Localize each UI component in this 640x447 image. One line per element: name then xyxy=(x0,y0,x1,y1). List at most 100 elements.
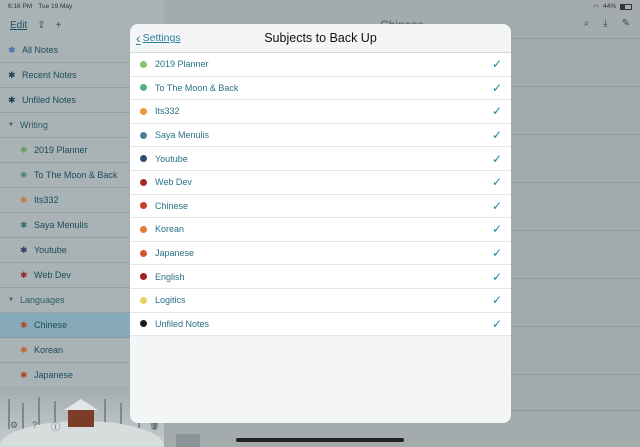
subject-name: Web Dev xyxy=(155,177,192,188)
subject-name: Its332 xyxy=(155,106,180,117)
subject-row[interactable]: English ✓ xyxy=(130,265,511,289)
sidebar-item-label: Its332 xyxy=(34,195,59,205)
disclosure-triangle-icon: ▼ xyxy=(8,122,14,128)
main-toolbar-icons: ⌕ ⤓ ✎ xyxy=(584,18,630,29)
subject-name: Japanese xyxy=(155,248,195,259)
chevron-left-icon: ‹ xyxy=(136,30,141,46)
modal-header: ‹ Settings Subjects to Back Up xyxy=(130,24,511,53)
subject-color-dot xyxy=(140,178,147,186)
sidebar-item-label: All Notes xyxy=(22,45,59,55)
subject-row[interactable]: Web Dev ✓ xyxy=(130,171,511,195)
subject-color-dot xyxy=(140,131,147,139)
note-thumbnail[interactable] xyxy=(176,434,200,447)
subject-name: Saya Menulis xyxy=(155,130,210,141)
checkmark-icon: ✓ xyxy=(491,57,502,72)
subject-color-dot xyxy=(140,273,147,281)
subject-color-dot xyxy=(140,107,147,115)
subject-name: Logitics xyxy=(155,295,186,306)
sidebar-item-label: Youtube xyxy=(34,245,67,255)
status-bar: 6:16 PM Tue 19 May ◠ 44% xyxy=(0,0,640,13)
subject-name: Korean xyxy=(155,224,185,235)
edit-button[interactable]: Edit xyxy=(10,20,27,31)
sidebar-item-label: 2019 Planner xyxy=(34,145,88,155)
subject-star-icon: ✱ xyxy=(20,194,28,205)
compose-icon[interactable]: ✎ xyxy=(622,18,630,29)
back-label: Settings xyxy=(142,32,181,44)
search-icon[interactable]: ⌕ xyxy=(584,18,590,29)
subject-star-icon: ✱ xyxy=(20,319,28,330)
subject-name: English xyxy=(155,271,185,282)
status-battery-text: 44% xyxy=(602,3,616,10)
subject-star-icon: ✱ xyxy=(8,44,16,55)
sidebar-item-label: Web Dev xyxy=(34,270,71,280)
subject-color-dot xyxy=(140,84,147,92)
battery-icon xyxy=(620,3,632,10)
back-button[interactable]: ‹ Settings xyxy=(136,31,181,45)
status-time: 6:16 PM xyxy=(8,3,33,10)
modal-title: Subjects to Back Up xyxy=(264,31,377,45)
sidebar-item-label: To The Moon & Back xyxy=(34,170,118,180)
subject-row[interactable]: Japanese ✓ xyxy=(130,242,511,266)
sidebar-item-label: Recent Notes xyxy=(22,70,77,80)
subject-row[interactable]: Youtube ✓ xyxy=(130,147,511,171)
help-icon[interactable]: ? xyxy=(32,420,37,433)
subject-name: Unfiled Notes xyxy=(155,318,210,329)
import-icon[interactable]: ⤓ xyxy=(603,18,607,29)
checkmark-icon: ✓ xyxy=(491,269,502,284)
subject-name: Youtube xyxy=(155,153,188,164)
add-icon[interactable]: + xyxy=(56,20,62,31)
subject-color-dot xyxy=(140,225,147,233)
sidebar-item-label: Writing xyxy=(20,120,48,130)
wifi-icon: ◠ xyxy=(593,3,599,11)
subject-star-icon: ✱ xyxy=(20,144,28,155)
subject-name: To The Moon & Back xyxy=(155,82,239,93)
subject-row[interactable]: 2019 Planner ✓ xyxy=(130,53,511,77)
status-date: Tue 19 May xyxy=(38,3,73,10)
checkmark-icon: ✓ xyxy=(491,128,502,143)
sidebar-item-label: Korean xyxy=(34,345,64,355)
subject-name: 2019 Planner xyxy=(155,59,209,70)
checkmark-icon: ✓ xyxy=(491,222,502,237)
status-right: ◠ 44% xyxy=(593,3,632,11)
subject-star-icon: ✱ xyxy=(20,369,28,380)
subject-color-dot xyxy=(140,202,147,210)
checkmark-icon: ✓ xyxy=(491,293,502,308)
subject-row[interactable]: Its332 ✓ xyxy=(130,100,511,124)
checkmark-icon: ✓ xyxy=(491,104,502,119)
gear-icon[interactable]: ⚙ xyxy=(10,420,18,433)
subject-name: Chinese xyxy=(155,200,189,211)
checkmark-icon: ✓ xyxy=(491,246,502,261)
subject-star-icon: ✱ xyxy=(8,94,16,105)
subject-row[interactable]: To The Moon & Back ✓ xyxy=(130,77,511,101)
sidebar-item-label: Languages xyxy=(20,295,65,305)
checkmark-icon: ✓ xyxy=(491,175,502,190)
sidebar-item-label: Japanese xyxy=(34,370,74,380)
subject-star-icon: ✱ xyxy=(20,269,28,280)
checkmark-icon: ✓ xyxy=(491,80,502,95)
subject-color-dot xyxy=(140,320,147,328)
share-icon[interactable]: ⇪ xyxy=(37,20,45,31)
disclosure-triangle-icon: ▼ xyxy=(8,297,14,303)
subject-row[interactable]: Chinese ✓ xyxy=(130,195,511,219)
sidebar-item-label: Unfiled Notes xyxy=(22,95,77,105)
subject-list: 2019 Planner ✓ To The Moon & Back ✓ Its332 ✓ S… xyxy=(130,53,511,337)
subject-star-icon: ✱ xyxy=(8,69,16,80)
checkmark-icon: ✓ xyxy=(491,151,502,166)
subject-row[interactable]: Korean ✓ xyxy=(130,218,511,242)
subject-star-icon: ✱ xyxy=(20,169,28,180)
subject-row[interactable]: Saya Menulis ✓ xyxy=(130,124,511,148)
backup-subjects-modal: ‹ Settings Subjects to Back Up 2019 Plan… xyxy=(130,24,511,423)
home-indicator[interactable] xyxy=(236,438,404,442)
subject-color-dot xyxy=(140,60,147,68)
sidebar-item-label: Saya Menulis xyxy=(34,220,89,230)
checkmark-icon: ✓ xyxy=(491,316,502,331)
subject-color-dot xyxy=(140,249,147,257)
sidebar-item-label: Chinese xyxy=(34,320,68,330)
subject-star-icon: ✱ xyxy=(20,244,28,255)
checkmark-icon: ✓ xyxy=(491,198,502,213)
subject-color-dot xyxy=(140,155,147,163)
subject-star-icon: ✱ xyxy=(20,344,28,355)
info-icon[interactable]: ⓘ xyxy=(51,420,60,433)
subject-row[interactable]: Unfiled Notes ✓ xyxy=(130,313,511,337)
subject-row[interactable]: Logitics ✓ xyxy=(130,289,511,313)
